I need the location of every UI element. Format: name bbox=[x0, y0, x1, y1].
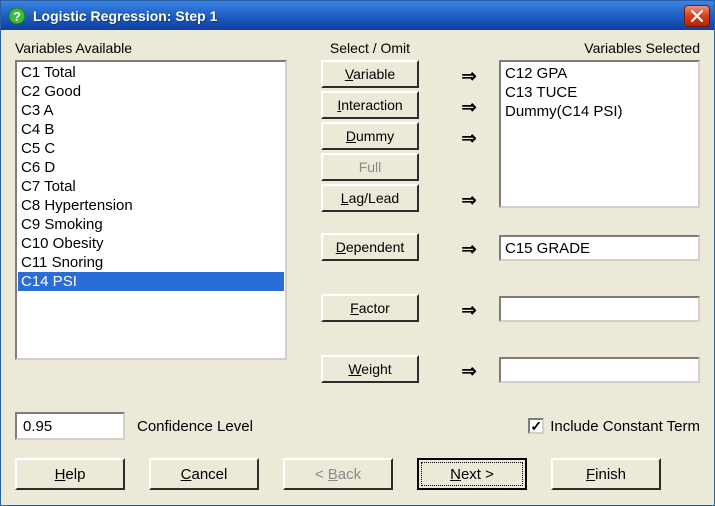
titlebar: ? Logistic Regression: Step 1 bbox=[1, 1, 714, 30]
arrow-factor: ⇒ bbox=[461, 296, 476, 324]
dummy-button[interactable]: Dummy bbox=[321, 122, 419, 150]
include-constant-label: Include Constant Term bbox=[550, 418, 700, 435]
interaction-button[interactable]: Interaction bbox=[321, 91, 419, 119]
confidence-input[interactable] bbox=[15, 412, 125, 440]
svg-text:?: ? bbox=[13, 9, 21, 24]
window-title: Logistic Regression: Step 1 bbox=[33, 8, 684, 24]
list-item[interactable]: C1 Total bbox=[18, 63, 284, 82]
checkbox-icon: ✓ bbox=[528, 418, 544, 434]
factor-field[interactable] bbox=[499, 296, 700, 322]
arrow-interaction: ⇒ bbox=[461, 93, 476, 121]
available-listbox[interactable]: C1 TotalC2 GoodC3 AC4 BC5 CC6 DC7 TotalC… bbox=[15, 60, 287, 360]
select-omit-label: Select / Omit bbox=[330, 40, 410, 56]
list-item[interactable]: C5 C bbox=[18, 139, 284, 158]
arrow-variable: ⇒ bbox=[461, 62, 476, 90]
list-item[interactable]: C3 A bbox=[18, 101, 284, 120]
selected-listbox[interactable]: C12 GPAC13 TUCEDummy(C14 PSI) bbox=[499, 60, 700, 208]
factor-button[interactable]: Factor bbox=[321, 294, 419, 322]
list-item[interactable]: C14 PSI bbox=[18, 272, 284, 291]
selected-label: Variables Selected bbox=[499, 40, 700, 56]
help-icon: ? bbox=[7, 6, 27, 26]
list-item[interactable]: C10 Obesity bbox=[18, 234, 284, 253]
list-item[interactable]: C2 Good bbox=[18, 82, 284, 101]
list-item[interactable]: Dummy(C14 PSI) bbox=[505, 102, 694, 121]
list-item[interactable]: C7 Total bbox=[18, 177, 284, 196]
include-constant-checkbox[interactable]: ✓ Include Constant Term bbox=[528, 418, 700, 435]
laglead-button[interactable]: Lag/Lead bbox=[321, 184, 419, 212]
dialog-window: ? Logistic Regression: Step 1 Variables … bbox=[0, 0, 715, 506]
close-button[interactable] bbox=[684, 5, 710, 27]
list-item[interactable]: C6 D bbox=[18, 158, 284, 177]
arrow-laglead: ⇒ bbox=[461, 186, 476, 214]
back-button: < Back bbox=[283, 458, 393, 490]
list-item[interactable]: C9 Smoking bbox=[18, 215, 284, 234]
full-button: Full bbox=[321, 153, 419, 181]
dialog-content: Variables Available C1 TotalC2 GoodC3 AC… bbox=[1, 30, 714, 505]
weight-field[interactable] bbox=[499, 357, 700, 383]
list-item[interactable]: C12 GPA bbox=[505, 64, 694, 83]
confidence-label: Confidence Level bbox=[137, 418, 253, 435]
dependent-field[interactable]: C15 GRADE bbox=[499, 235, 700, 261]
help-button[interactable]: Help bbox=[15, 458, 125, 490]
cancel-button[interactable]: Cancel bbox=[149, 458, 259, 490]
list-item[interactable]: C13 TUCE bbox=[505, 83, 694, 102]
arrow-dependent: ⇒ bbox=[461, 235, 476, 263]
variable-button[interactable]: Variable bbox=[321, 60, 419, 88]
weight-button[interactable]: Weight bbox=[321, 355, 419, 383]
dependent-button[interactable]: Dependent bbox=[321, 233, 419, 261]
available-label: Variables Available bbox=[15, 40, 287, 56]
next-button[interactable]: Next > bbox=[417, 458, 527, 490]
list-item[interactable]: C11 Snoring bbox=[18, 253, 284, 272]
list-item[interactable]: C4 B bbox=[18, 120, 284, 139]
arrow-weight: ⇒ bbox=[461, 357, 476, 385]
arrow-dummy: ⇒ bbox=[461, 124, 476, 152]
finish-button[interactable]: Finish bbox=[551, 458, 661, 490]
list-item[interactable]: C8 Hypertension bbox=[18, 196, 284, 215]
